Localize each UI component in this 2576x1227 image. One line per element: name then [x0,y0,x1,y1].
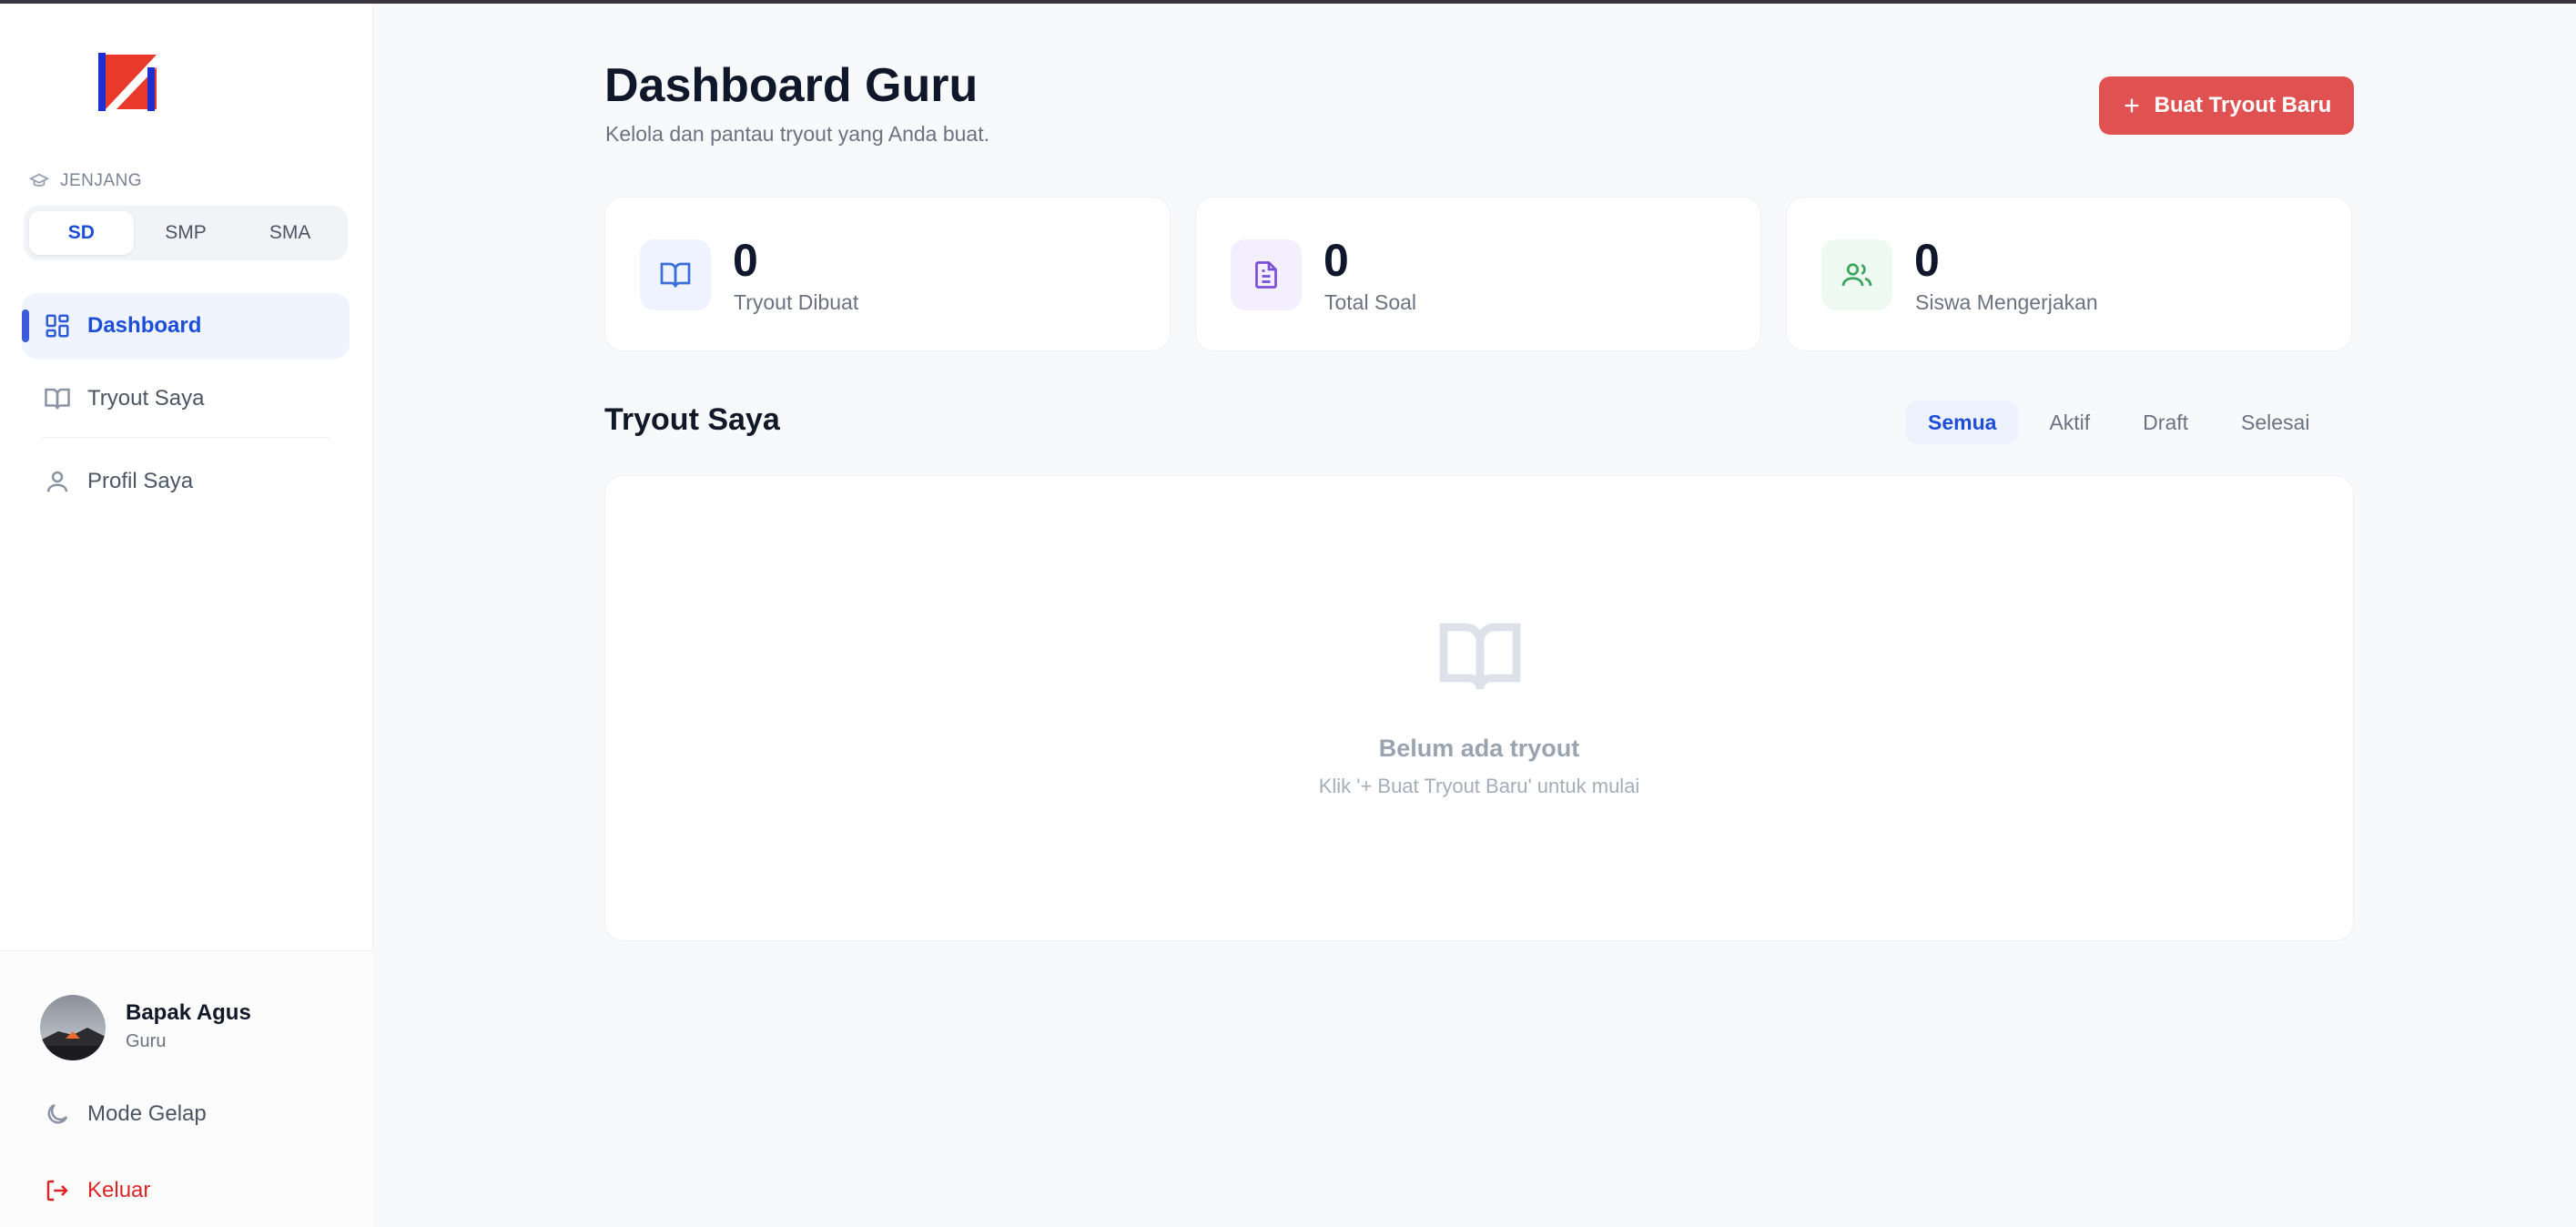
empty-state-hint: Klik '+ Buat Tryout Baru' untuk mulai [1318,775,1640,797]
sidebar-item-dashboard[interactable]: Dashboard [22,293,350,359]
user-name: Bapak Agus [126,1000,251,1025]
level-option-smp[interactable]: SMP [134,211,238,255]
book-icon [45,388,70,410]
stat-value: 0 [1914,235,1940,286]
empty-state-title: Belum ada tryout [1378,735,1580,762]
page-subtitle: Kelola dan pantau tryout yang Anda buat. [605,122,989,146]
level-switch: SD SMP SMA [24,206,348,260]
stat-label: Total Soal [1324,290,1417,314]
sidebar: JENJANG SD SMP SMA Dashboard Tryout Saya… [0,4,373,1227]
stat-card-siswa-mengerjakan: 0 Siswa Mengerjakan [1786,197,2352,351]
stat-icon-wrap [1231,239,1302,310]
book-icon [1439,623,1521,690]
sidebar-nav: Dashboard Tryout Saya Profil Saya [22,293,350,514]
dark-mode-toggle[interactable]: Mode Gelap [44,1100,207,1128]
logout-label: Keluar [87,1178,151,1202]
logout-icon [46,1180,68,1202]
users-icon [1841,263,1872,287]
sidebar-item-label: Dashboard [87,313,202,338]
stat-value: 0 [733,235,758,286]
avatar[interactable] [40,995,106,1060]
user-panel: Bapak Agus Guru Mode Gelap Keluar [0,950,373,1227]
tab-aktif[interactable]: Aktif [2027,401,2112,444]
filter-tabs: Semua Aktif Draft Selesai [1906,401,2331,444]
user-icon [46,471,68,492]
section-title: Tryout Saya [604,402,780,437]
window-top-border [0,0,2576,4]
stat-value: 0 [1323,235,1349,286]
document-icon [1255,261,1277,289]
sidebar-item-profil-saya[interactable]: Profil Saya [22,449,350,514]
user-role: Guru [126,1031,167,1051]
level-section-label: JENJANG [29,171,142,191]
plus-icon [2125,98,2138,113]
stat-card-tryout-dibuat: 0 Tryout Dibuat [604,197,1171,351]
tryout-list-empty-state: Belum ada tryout Klik '+ Buat Tryout Bar… [604,475,2354,941]
create-tryout-button[interactable]: Buat Tryout Baru [2099,76,2354,135]
stat-icon-wrap [1821,239,1892,310]
sidebar-item-label: Profil Saya [87,469,194,493]
logout-button[interactable]: Keluar [44,1177,150,1204]
level-option-sma[interactable]: SMA [238,211,342,255]
stat-icon-wrap [640,239,711,310]
grid-icon [46,314,69,338]
create-tryout-label: Buat Tryout Baru [2154,93,2332,117]
brand-logo-icon[interactable] [96,49,158,115]
tab-draft[interactable]: Draft [2121,401,2210,444]
tab-semua[interactable]: Semua [1906,401,2019,444]
level-label-text: JENJANG [60,171,143,190]
stat-card-total-soal: 0 Total Soal [1195,197,1761,351]
book-icon [660,262,691,288]
stat-label: Siswa Mengerjakan [1915,290,2098,314]
tab-selesai[interactable]: Selesai [2219,401,2331,444]
moon-icon [47,1103,68,1124]
sidebar-item-label: Tryout Saya [87,386,205,411]
level-option-sd[interactable]: SD [29,211,134,255]
dark-mode-label: Mode Gelap [87,1101,207,1126]
sidebar-item-tryout-saya[interactable]: Tryout Saya [22,366,350,431]
page-title: Dashboard Guru [604,59,979,112]
graduation-cap-icon [29,173,49,187]
stat-label: Tryout Dibuat [734,290,859,314]
nav-divider [42,437,330,438]
